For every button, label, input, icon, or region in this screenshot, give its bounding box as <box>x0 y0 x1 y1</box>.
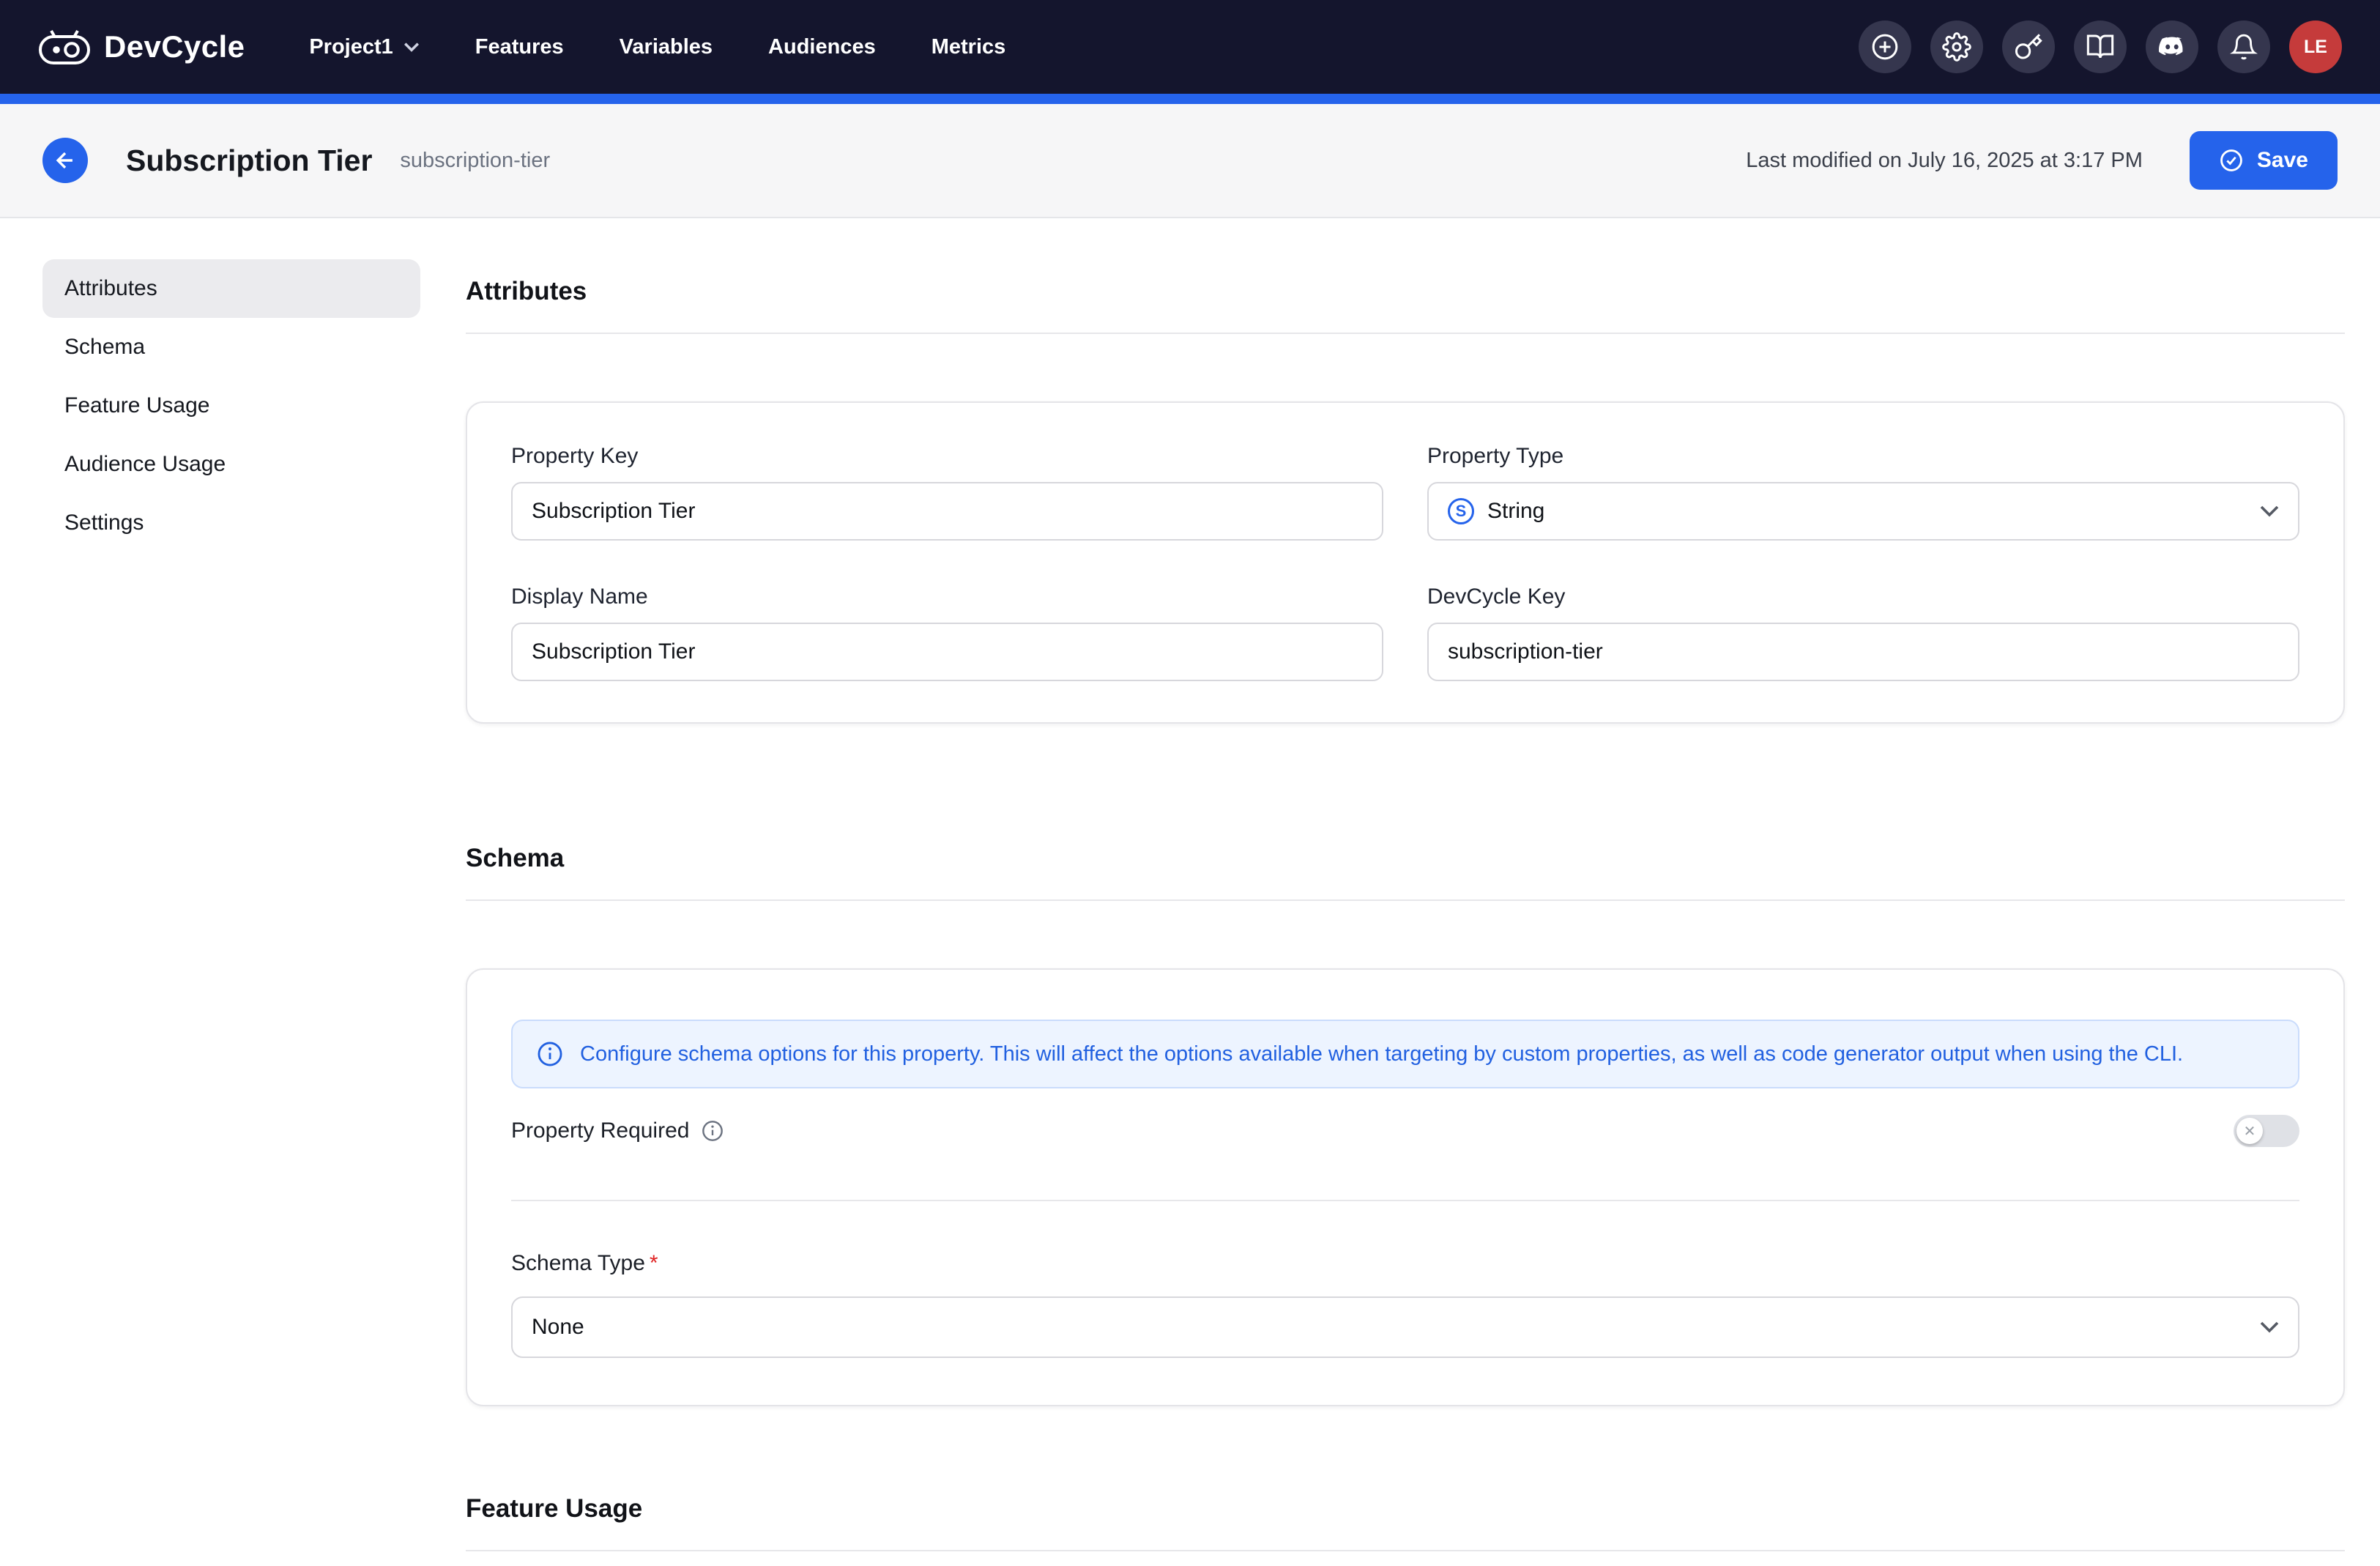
property-required-toggle[interactable]: ✕ <box>2234 1115 2299 1147</box>
create-button[interactable] <box>1859 21 1911 73</box>
nav-item-metrics[interactable]: Metrics <box>931 35 1006 59</box>
string-type-icon: S <box>1448 498 1474 524</box>
arrow-left-icon <box>53 148 78 173</box>
property-type-label: Property Type <box>1427 444 2299 469</box>
sidebar-item-attributes[interactable]: Attributes <box>42 259 420 318</box>
display-name-input[interactable] <box>511 623 1383 681</box>
toggle-knob-close-icon: ✕ <box>2236 1118 2263 1144</box>
property-required-row: Property Required ✕ <box>511 1115 2299 1147</box>
display-name-field-group: Display Name <box>511 585 1383 681</box>
page-header: Subscription Tier subscription-tier Last… <box>0 104 2380 218</box>
schema-section-header: Schema <box>466 826 2345 901</box>
attributes-section-header: Attributes <box>466 259 2345 334</box>
attributes-section-title: Attributes <box>466 277 2345 306</box>
property-type-value: String <box>1487 499 1544 524</box>
accent-bar <box>0 94 2380 104</box>
content-layout: Attributes Schema Feature Usage Audience… <box>0 218 2380 1551</box>
save-button[interactable]: Save <box>2190 131 2338 190</box>
discord-button[interactable] <box>2146 21 2198 73</box>
navbar-actions: LE <box>1859 21 2342 73</box>
schema-info-alert: Configure schema options for this proper… <box>511 1020 2299 1088</box>
property-key-field-group: Property Key <box>511 444 1383 541</box>
schema-type-select[interactable]: None <box>511 1296 2299 1358</box>
header-right: Last modified on July 16, 2025 at 3:17 P… <box>1746 131 2338 190</box>
nav-item-features[interactable]: Features <box>475 35 564 59</box>
api-keys-button[interactable] <box>2002 21 2055 73</box>
plus-circle-icon <box>1870 32 1900 62</box>
page-title: Subscription Tier <box>126 144 372 178</box>
feature-usage-section-title: Feature Usage <box>466 1494 2345 1524</box>
info-circle-icon <box>536 1040 564 1068</box>
sidebar-item-feature-usage[interactable]: Feature Usage <box>42 376 420 435</box>
nav-item-variables[interactable]: Variables <box>620 35 713 59</box>
property-key-input[interactable] <box>511 482 1383 541</box>
sidebar-item-settings[interactable]: Settings <box>42 494 420 552</box>
property-type-select[interactable]: S String <box>1427 482 2299 541</box>
property-required-label: Property Required <box>511 1118 689 1143</box>
back-button[interactable] <box>42 138 88 183</box>
devcycle-logo-icon <box>38 29 91 65</box>
devcycle-key-field-group: DevCycle Key <box>1427 585 2299 681</box>
info-circle-icon[interactable] <box>701 1119 724 1143</box>
project-selector[interactable]: Project1 <box>309 35 419 59</box>
schema-type-label-group: Schema Type* <box>511 1251 2299 1276</box>
last-modified-text: Last modified on July 16, 2025 at 3:17 P… <box>1746 149 2143 173</box>
primary-nav: Project1 Features Variables Audiences Me… <box>309 35 1005 59</box>
main-content: Attributes Property Key Property Type S … <box>466 259 2345 1551</box>
nav-item-audiences[interactable]: Audiences <box>768 35 876 59</box>
save-button-label: Save <box>2257 148 2308 173</box>
feature-usage-section-header: Feature Usage <box>466 1477 2345 1551</box>
key-icon <box>2014 32 2043 62</box>
devcycle-key-label: DevCycle Key <box>1427 585 2299 609</box>
schema-card-divider <box>511 1200 2299 1201</box>
schema-section-title: Schema <box>466 844 2345 873</box>
required-marker: * <box>650 1251 658 1275</box>
attributes-card: Property Key Property Type S String <box>466 401 2345 724</box>
book-open-icon <box>2086 32 2115 62</box>
top-navbar: DevCycle Project1 Features Variables Aud… <box>0 0 2380 94</box>
notifications-button[interactable] <box>2217 21 2270 73</box>
section-sidebar: Attributes Schema Feature Usage Audience… <box>42 259 420 1551</box>
gear-icon <box>1942 32 1971 62</box>
check-circle-icon <box>2219 148 2244 173</box>
schema-card: Configure schema options for this proper… <box>466 968 2345 1406</box>
property-required-label-group: Property Required <box>511 1118 724 1143</box>
sidebar-item-schema[interactable]: Schema <box>42 318 420 376</box>
page-key: subscription-tier <box>400 149 550 173</box>
chevron-down-icon <box>404 42 420 52</box>
project-selector-label: Project1 <box>309 35 393 59</box>
bell-icon <box>2230 33 2258 61</box>
display-name-label: Display Name <box>511 585 1383 609</box>
schema-info-text: Configure schema options for this proper… <box>580 1039 2183 1069</box>
user-avatar[interactable]: LE <box>2289 21 2342 73</box>
schema-type-label: Schema Type <box>511 1251 645 1275</box>
settings-button[interactable] <box>1930 21 1983 73</box>
devcycle-brand[interactable]: DevCycle <box>38 29 245 65</box>
devcycle-key-input[interactable] <box>1427 623 2299 681</box>
chevron-down-icon <box>2260 505 2279 517</box>
sidebar-item-audience-usage[interactable]: Audience Usage <box>42 435 420 494</box>
attributes-field-grid: Property Key Property Type S String <box>511 444 2299 681</box>
docs-button[interactable] <box>2074 21 2127 73</box>
discord-icon <box>2157 31 2187 62</box>
property-key-label: Property Key <box>511 444 1383 469</box>
schema-type-value: None <box>532 1315 584 1340</box>
brand-name: DevCycle <box>104 29 245 64</box>
property-type-field-group: Property Type S String <box>1427 444 2299 541</box>
chevron-down-icon <box>2260 1321 2279 1333</box>
